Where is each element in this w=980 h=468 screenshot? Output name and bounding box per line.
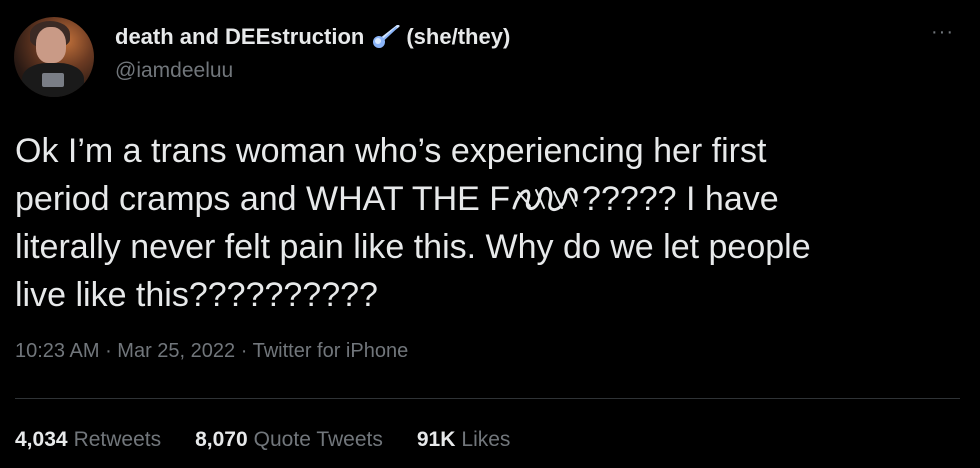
tweet-line-2-before: period cramps and WHAT THE F [15, 180, 511, 218]
retweets-stat[interactable]: 4,034 Retweets [15, 428, 161, 452]
tweet-text: Ok I’m a trans woman who’s experiencing … [15, 127, 955, 319]
tweet-line-1: Ok I’m a trans woman who’s experiencing … [15, 132, 767, 170]
meta-separator-1: · [99, 340, 118, 362]
display-name[interactable]: death and DEEstruction [115, 24, 364, 50]
retweets-label: Retweets [73, 428, 162, 451]
pronouns: (she/they) [406, 24, 511, 49]
tweet-card: death and DEEstruction (she/they) @iamde… [0, 0, 980, 468]
tweet-date[interactable]: Mar 25, 2022 [117, 340, 235, 362]
tweet-time[interactable]: 10:23 AM [15, 340, 100, 362]
divider [15, 398, 960, 399]
quote-tweets-stat[interactable]: 8,070 Quote Tweets [195, 428, 383, 452]
tweet-meta: 10:23 AM · Mar 25, 2022 · Twitter for iP… [15, 340, 408, 363]
likes-stat[interactable]: 91K Likes [417, 428, 511, 452]
scribble-censor-icon [510, 181, 582, 215]
more-options-icon[interactable]: ··· [931, 22, 954, 42]
quote-tweets-label: Quote Tweets [253, 428, 383, 451]
tweet-line-2-after: ????? I have [582, 180, 779, 218]
engagement-stats: 4,034 Retweets 8,070 Quote Tweets 91K Likes [15, 428, 544, 452]
author-name-row[interactable]: death and DEEstruction (she/they) [115, 24, 510, 50]
tweet-line-2: period cramps and WHAT THE F ????? I hav… [15, 180, 779, 218]
author-handle[interactable]: @iamdeeluu [115, 59, 233, 83]
tweet-line-4: live like this?????????? [15, 276, 378, 314]
likes-label: Likes [461, 428, 511, 451]
avatar-face [36, 27, 66, 63]
likes-count: 91K [416, 428, 456, 451]
meta-separator-2: · [235, 340, 253, 362]
comet-icon [372, 24, 400, 49]
retweets-count: 4,034 [15, 428, 68, 451]
tweet-line-3: literally never felt pain like this. Why… [15, 228, 811, 266]
tweet-source[interactable]: Twitter for iPhone [253, 340, 409, 362]
avatar-shirt-print [42, 73, 64, 87]
quote-tweets-count: 8,070 [195, 428, 248, 451]
avatar[interactable] [14, 17, 94, 97]
